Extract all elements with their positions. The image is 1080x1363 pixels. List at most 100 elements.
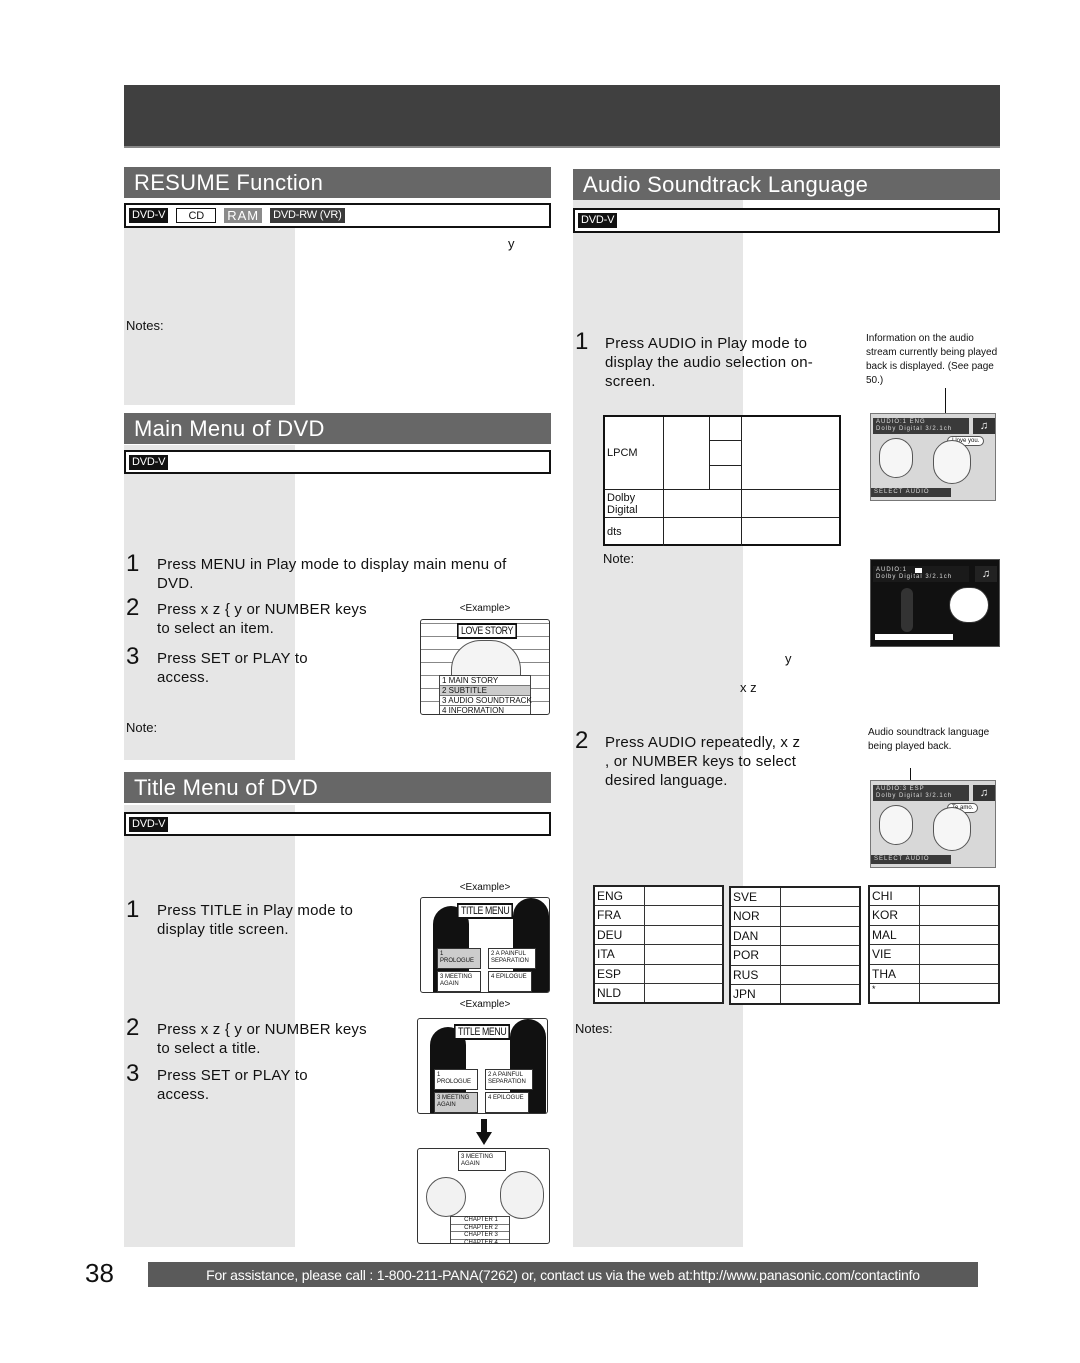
chapter-item: CHAPTER 1 <box>451 1217 509 1225</box>
page-header-bar <box>124 85 1000 148</box>
audio-format-table: LPCM Dolby Digital dts <box>603 415 841 546</box>
screen-banner: TITLE MENU <box>454 1024 511 1040</box>
screen-banner: TITLE MENU <box>457 903 514 919</box>
osd-highlight <box>915 568 922 573</box>
screen-banner: LOVE STORY <box>457 623 517 639</box>
lang-code: FRA <box>593 905 645 926</box>
table-row: VIE <box>868 944 1000 965</box>
music-note-icon: ♫ <box>973 418 995 434</box>
format-lpcm: LPCM <box>607 447 638 459</box>
step-text: Press x z { y or NUMBER keys to select a… <box>157 601 367 637</box>
step-text: Press SET or PLAY to access. <box>157 1067 308 1103</box>
media-tag-ram: RAM <box>224 208 263 223</box>
lang-code: NOR <box>729 906 781 927</box>
media-tag-dvd-v: DVD-V <box>129 208 169 223</box>
osd-audio-info: AUDIO:1 ENG Dolby Digital 3/2.1ch <box>873 418 969 434</box>
assistance-footer-bar: For assistance, please call : 1-800-211-… <box>148 1262 978 1287</box>
table-row: SVE <box>729 886 861 907</box>
media-tag-bar: DVD-V CD RAM DVD-RW (VR) <box>124 203 551 228</box>
format-dts: dts <box>607 526 622 538</box>
section-title-resume: RESUME Function <box>124 167 551 198</box>
stray-glyph: y <box>785 651 792 666</box>
note-label: Note: <box>126 720 158 735</box>
audio-screen-esp: AUDIO:3 ESP Dolby Digital 3/2.1ch ♫ Te a… <box>870 780 996 868</box>
step-text: Press AUDIO repeatedly, x z , or NUMBER … <box>605 734 801 789</box>
media-tag-dvd-v: DVD-V <box>578 213 618 228</box>
title-item: 1 PROLOGUE <box>434 1069 478 1090</box>
media-tag-dvd-rw: DVD-RW (VR) <box>270 208 345 223</box>
title-item: 2 A PAINFUL SEPARATION <box>485 1069 533 1090</box>
selected-title-label: 3 MEETING AGAIN <box>458 1151 506 1171</box>
example-label: <Example> <box>459 999 511 1010</box>
table-row: DEU <box>593 924 724 945</box>
table-row: KOR <box>868 905 1000 926</box>
chapter-item: CHAPTER 3 <box>451 1232 509 1240</box>
section-title-title-menu: Title Menu of DVD <box>124 772 551 803</box>
lang-code: CHI <box>868 885 920 906</box>
language-code-table-1: ENG FRA DEU ITA ESP NLD <box>593 885 724 1004</box>
stray-glyph: x z <box>740 680 757 695</box>
step-number: 1 <box>126 896 140 923</box>
table-row: DAN <box>729 925 861 946</box>
example-label: <Example> <box>459 603 511 614</box>
title-menu-example-screen: TITLE MENU 1 PROLOGUE 2 A PAINFUL SEPARA… <box>420 897 550 993</box>
lang-code: ITA <box>593 944 645 965</box>
lang-code: DEU <box>593 924 645 945</box>
table-row: CHI <box>868 885 1000 906</box>
man-illustration <box>933 807 971 851</box>
language-code-table-2: SVE NOR DAN POR RUS JPN <box>729 886 861 1005</box>
media-tag-bar: DVD-V <box>124 450 551 474</box>
media-tag-cd: CD <box>176 208 217 223</box>
audio-screen-eng: AUDIO:1 ENG Dolby Digital 3/2.1ch ♫ I lo… <box>870 413 996 501</box>
table-row: JPN <box>729 984 861 1005</box>
step-text: Press MENU in Play mode to display main … <box>157 556 507 592</box>
lang-code: RUS <box>729 964 781 985</box>
title-menu-example-screen-selected: TITLE MENU 1 PROLOGUE 2 A PAINFUL SEPARA… <box>417 1018 548 1114</box>
section-title-text: Main Menu of DVD <box>134 415 325 441</box>
audio-screen-soccer: AUDIO:1 Dolby Digital 3/2.1ch ♫ <box>870 559 1000 647</box>
main-menu-list: 1 MAIN STORY 2 SUBTITLE 3 AUDIO SOUNDTRA… <box>439 675 532 714</box>
couple-illustration <box>451 640 521 678</box>
audio-language-caption: Audio soundtrack language being played b… <box>868 727 990 752</box>
section-title-text: Title Menu of DVD <box>134 774 319 800</box>
table-row: NOR <box>729 906 861 927</box>
man-illustration <box>500 1171 544 1219</box>
menu-item: 4 INFORMATION <box>440 706 530 714</box>
lang-code: ESP <box>593 963 645 984</box>
table-row: NLD <box>593 983 724 1004</box>
left-margin-column <box>124 205 295 405</box>
menu-item: 1 MAIN STORY <box>440 676 530 686</box>
step-text: Press SET or PLAY to access. <box>157 650 308 686</box>
step-number: 3 <box>126 1060 140 1087</box>
step-number: 2 <box>575 727 589 754</box>
stray-glyph: y <box>508 236 515 251</box>
step-number: 1 <box>575 328 589 355</box>
osd-select-audio: SELECT AUDIO <box>871 855 951 864</box>
section-title-main-menu: Main Menu of DVD <box>124 413 551 444</box>
table-row: FRA <box>593 905 724 926</box>
player-silhouette <box>901 588 913 632</box>
music-note-icon: ♫ <box>975 566 997 582</box>
lang-code: THA <box>868 963 920 984</box>
title-item-selected: 3 MEETING AGAIN <box>434 1092 478 1113</box>
lang-code: KOR <box>868 905 920 926</box>
lang-code: MAL <box>868 924 920 945</box>
step-text: Press x z { y or NUMBER keys to select a… <box>157 1021 367 1057</box>
media-tag-bar: DVD-V <box>124 812 551 836</box>
table-row: ITA <box>593 944 724 965</box>
language-code-table-3: CHI KOR MAL VIE THA * <box>868 885 1000 1004</box>
title-item: 3 MEETING AGAIN <box>437 971 481 992</box>
lang-code: JPN <box>729 984 781 1005</box>
woman-illustration <box>879 805 913 845</box>
woman-illustration <box>879 438 913 478</box>
media-tag-dvd-v: DVD-V <box>129 454 169 470</box>
lang-code: DAN <box>729 925 781 946</box>
step-number: 2 <box>126 1014 140 1041</box>
lang-code: * <box>868 983 920 1004</box>
lang-code: ENG <box>593 885 645 906</box>
table-row: MAL <box>868 924 1000 945</box>
title-item: 4 EPILOGUE <box>485 1092 529 1113</box>
arrow-down-icon <box>476 1119 492 1145</box>
table-row: RUS <box>729 964 861 985</box>
step-number: 1 <box>126 550 140 577</box>
